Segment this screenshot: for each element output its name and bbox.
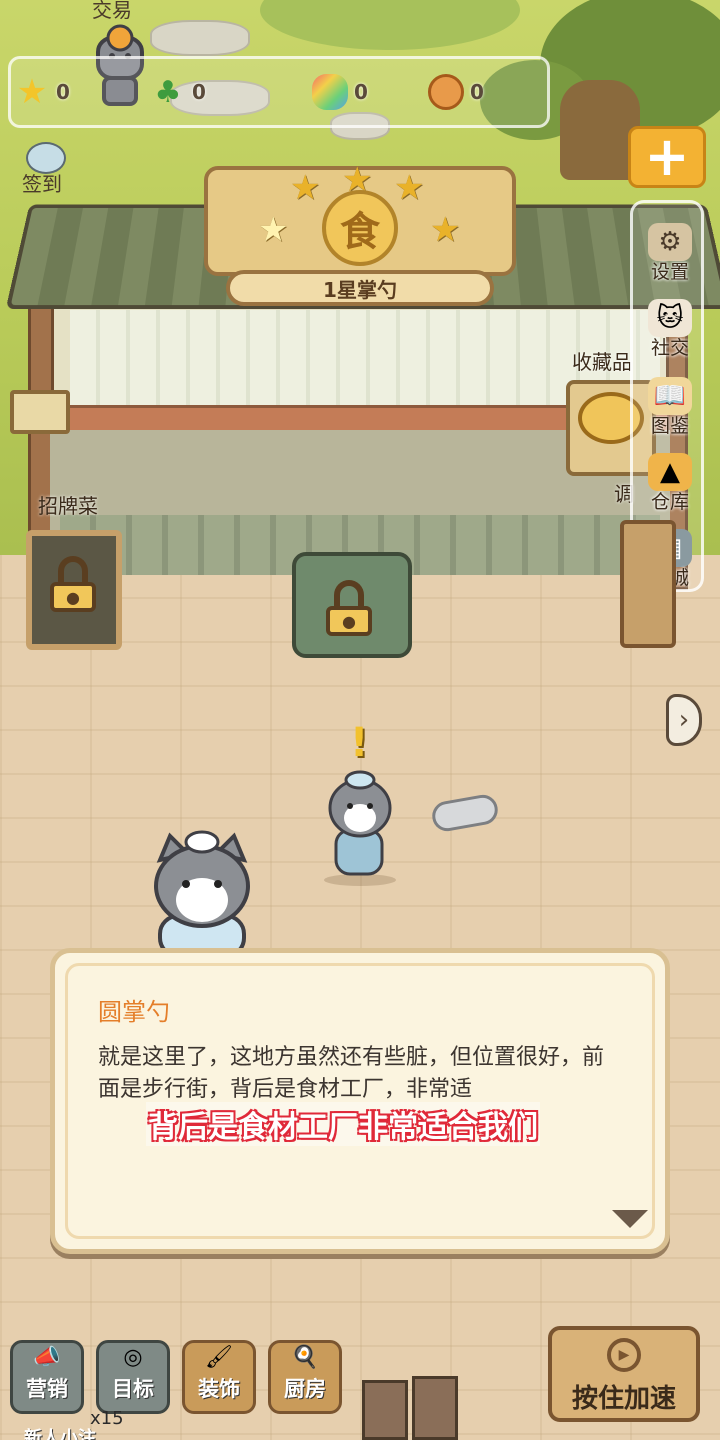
checkin-label[interactable]: 签到 xyxy=(22,168,62,197)
exclamation-icon: ! xyxy=(350,720,369,766)
currency-clover[interactable]: ♣ 0 xyxy=(150,74,206,110)
side-menu-label: 仓库 xyxy=(650,491,689,513)
bottom-button-label: 营销 xyxy=(26,1377,68,1401)
lock-icon: ● xyxy=(50,556,96,612)
bottom-button-label: 装饰 xyxy=(198,1377,240,1401)
warehouse-icon: ▲ xyxy=(648,453,692,491)
kitchen-button[interactable]: 🍳 厨房 xyxy=(268,1340,342,1414)
goal-button[interactable]: ◎ 目标 xyxy=(96,1340,170,1414)
side-menu-label: 设置 xyxy=(650,261,689,283)
stepping-stone xyxy=(150,20,250,56)
signature-dish-label: 招牌菜 xyxy=(38,494,98,518)
seasoning-stand[interactable] xyxy=(620,520,676,648)
warehouse-button[interactable]: ▲ 仓库 xyxy=(633,449,707,519)
bottom-button-label: 目标 xyxy=(112,1377,154,1401)
megaphone-icon: 📣 xyxy=(33,1345,61,1370)
target-icon: ◎ xyxy=(123,1345,143,1370)
side-menu-label: 社交 xyxy=(650,337,689,359)
dialog-text: 就是这里了，这地方虽然还有些脏，但位置很好，前面是步行街，背后是食材工厂，非常适 xyxy=(98,1045,605,1102)
rank-plaque: 1星掌勺 xyxy=(226,270,494,306)
speed-up-button[interactable]: ▶ 按住加速 xyxy=(548,1326,700,1422)
speed-up-label: 按住加速 xyxy=(571,1384,676,1414)
currency-value: 0 xyxy=(354,80,368,104)
star-icon: ★ xyxy=(394,168,425,208)
play-icon: ▶ xyxy=(607,1338,641,1372)
currency-value: 0 xyxy=(56,80,70,104)
star-icon: ★ xyxy=(290,168,321,208)
subtitle-caption: 背后是食材工厂非常适合我们 xyxy=(146,1102,540,1146)
wall-picture xyxy=(10,390,70,434)
cookie-icon xyxy=(428,74,464,110)
chef-cat-character[interactable] xyxy=(318,768,402,888)
food-seal: 食 xyxy=(322,190,398,266)
newbie-label[interactable]: 新人小注 xyxy=(24,1424,96,1440)
sparkle-star-icon: ★ xyxy=(258,210,289,250)
lock-icon: ● xyxy=(326,580,372,636)
currency-cookie[interactable]: 0 xyxy=(428,74,484,110)
trade-label: 交易 xyxy=(92,0,132,22)
cat-social-icon: 🐱 xyxy=(648,299,692,337)
add-button[interactable]: + xyxy=(628,126,706,188)
book-icon: 📖 xyxy=(648,377,692,415)
currency-candy[interactable]: 0 xyxy=(312,74,368,110)
gate-door xyxy=(412,1376,458,1440)
speaker-cat-portrait xyxy=(154,830,250,950)
star-icon: ★ xyxy=(430,210,461,250)
currency-value: 0 xyxy=(470,80,484,104)
continue-arrow-icon[interactable] xyxy=(612,1210,648,1228)
gear-icon: ⚙ xyxy=(648,223,692,261)
currency-value: 0 xyxy=(192,80,206,104)
bottom-button-label: 厨房 xyxy=(284,1377,326,1401)
currency-star[interactable]: ★ 0 xyxy=(14,72,70,112)
decorate-button[interactable]: 🖌 装饰 xyxy=(182,1340,256,1414)
side-menu-label: 图鉴 xyxy=(650,415,689,437)
collection-label: 收藏品 xyxy=(572,350,632,374)
gate-door xyxy=(362,1380,408,1440)
social-button[interactable]: 🐱 社交 xyxy=(633,295,707,365)
candy-icon xyxy=(312,74,348,110)
settings-button[interactable]: ⚙ 设置 xyxy=(633,219,707,289)
star-icon: ★ xyxy=(16,72,48,112)
codex-button[interactable]: 📖 图鉴 xyxy=(633,373,707,443)
paint-roller-icon: 🖌 xyxy=(205,1345,233,1370)
wok-icon: 🍳 xyxy=(291,1345,319,1370)
speaker-name: 圆掌勺 xyxy=(98,998,170,1026)
clover-icon: ♣ xyxy=(154,74,182,110)
marketing-button[interactable]: 📣 营销 xyxy=(10,1340,84,1414)
